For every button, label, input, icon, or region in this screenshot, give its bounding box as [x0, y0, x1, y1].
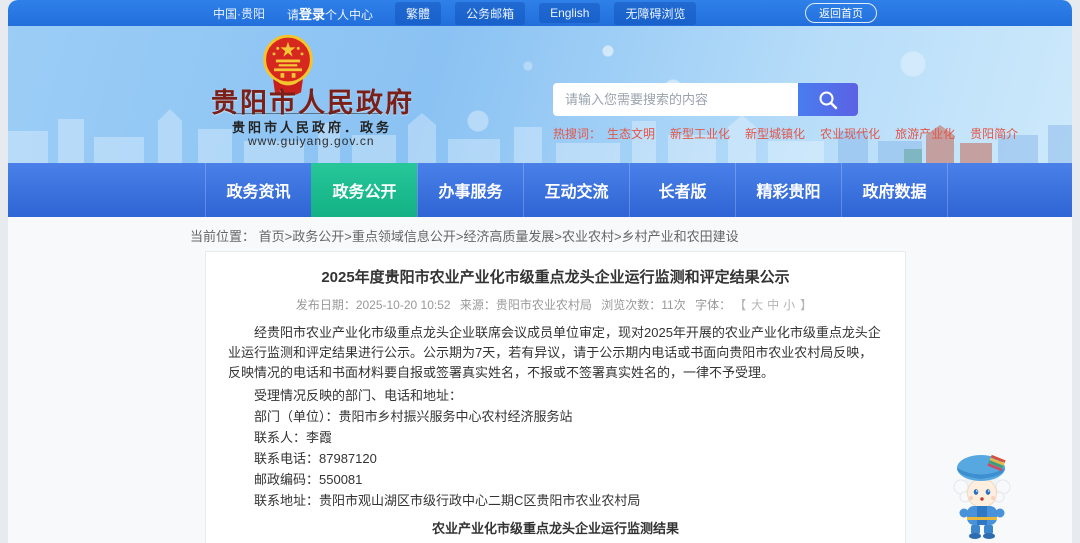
- topbar-login-link[interactable]: 请登录个人中心: [287, 4, 373, 23]
- font-size-small-button[interactable]: 小: [783, 298, 795, 312]
- hot-word-link[interactable]: 新型工业化: [670, 125, 730, 142]
- header-banner: 贵阳市人民政府 贵阳市人民政府．政务 www.guiyang.gov.cn 热搜…: [8, 26, 1072, 163]
- main-nav: 政务资讯 政务公开 办事服务 互动交流 长者版 精彩贵阳 政府数据: [8, 163, 1072, 217]
- hot-word-link[interactable]: 新型城镇化: [745, 125, 805, 142]
- login-suffix: 个人中心: [325, 7, 374, 22]
- topbar-english-link[interactable]: English: [539, 3, 601, 23]
- table-caption: 农业产业化市级重点龙头企业运行监测结果: [431, 521, 679, 536]
- login-prefix: 请: [287, 7, 300, 22]
- font-size-controls: 【大中小】: [737, 298, 815, 312]
- topbar-region-link[interactable]: 中国·贵阳: [213, 5, 265, 22]
- site-url: www.guiyang.gov.cn: [248, 134, 375, 148]
- site-logo-title[interactable]: 贵阳市人民政府: [211, 81, 414, 120]
- nav-tab-services[interactable]: 办事服务: [417, 163, 523, 217]
- content-area: 当前位置： 首页>政务公开>重点领域信息公开>经济高质量发展>农业农村>乡村产业…: [8, 217, 1072, 543]
- nav-tab-gov-disclosure[interactable]: 政务公开: [311, 163, 417, 217]
- article-body: 经贵阳市农业产业化市级重点龙头企业联席会议成员单位审定，现对2025年开展的农业…: [228, 323, 883, 511]
- nav-tab-news[interactable]: 政务资讯: [205, 163, 311, 217]
- postal-code: 邮政编码：550081: [254, 472, 363, 487]
- page-window: 中国·贵阳 请登录个人中心 繁體 公务邮箱 English 无障碍浏览 返回首页: [8, 0, 1072, 543]
- font-size-medium-button[interactable]: 中: [767, 298, 779, 312]
- search-input[interactable]: [553, 83, 798, 116]
- article-title: 2025年度贵阳市农业产业化市级重点龙头企业运行监测和评定结果公示: [321, 269, 790, 286]
- topbar-official-mail-link[interactable]: 公务邮箱: [455, 1, 526, 25]
- breadcrumb-path[interactable]: 首页>政务公开>重点领域信息公开>经济高质量发展>农业农村>乡村产业和农田建设: [259, 229, 739, 244]
- font-size-label: 字体：: [695, 298, 732, 312]
- paragraph: 受理情况反映的部门、电话和地址：: [254, 388, 463, 403]
- nav-tab-senior-version[interactable]: 长者版: [629, 163, 735, 217]
- view-count: 浏览次数：11次: [601, 298, 686, 312]
- article-card: 2025年度贵阳市农业产业化市级重点龙头企业运行监测和评定结果公示 发布日期：2…: [205, 251, 906, 543]
- hot-word-link[interactable]: 生态文明: [607, 125, 655, 142]
- contact-person: 联系人：李霞: [254, 430, 333, 445]
- hot-word-link[interactable]: 旅游产业化: [895, 125, 955, 142]
- topbar-accessibility-link[interactable]: 无障碍浏览: [614, 1, 697, 25]
- contact-address: 联系地址：贵阳市观山湖区市级行政中心二期C区贵阳市农业农村局: [254, 493, 641, 508]
- hot-word-link[interactable]: 农业现代化: [820, 125, 880, 142]
- contact-phone: 联系电话：87987120: [254, 451, 377, 466]
- nav-tab-interaction[interactable]: 互动交流: [523, 163, 629, 217]
- topbar-traditional-chinese-link[interactable]: 繁體: [395, 1, 442, 25]
- search-box: [553, 83, 858, 116]
- font-size-large-button[interactable]: 大: [751, 298, 763, 312]
- bracket: 【: [740, 298, 747, 312]
- bracket: 】: [800, 298, 813, 312]
- return-home-button[interactable]: 返回首页: [805, 3, 877, 23]
- hot-word-link[interactable]: 贵阳简介: [970, 125, 1018, 142]
- breadcrumb: 当前位置： 首页>政务公开>重点领域信息公开>经济高质量发展>农业农村>乡村产业…: [190, 226, 739, 245]
- article-source: 来源：贵阳市农业农村局: [459, 298, 592, 312]
- hot-search-label: 热搜词：: [553, 127, 602, 141]
- logo-divider: [232, 113, 380, 114]
- login-bold: 登录: [299, 6, 326, 22]
- nav-tab-gov-data[interactable]: 政府数据: [841, 163, 948, 217]
- publish-date: 发布日期：2025-10-20 10:52: [295, 298, 451, 312]
- nav-tab-wonderful-guiyang[interactable]: 精彩贵阳: [735, 163, 841, 217]
- breadcrumb-label: 当前位置：: [190, 229, 256, 244]
- hot-search-row: 热搜词： 生态文明 新型工业化 新型城镇化 农业现代化 旅游产业化 贵阳简介: [553, 125, 1033, 142]
- mascot-assistant[interactable]: [948, 449, 1016, 541]
- topbar-utility: 中国·贵阳 请登录个人中心 繁體 公务邮箱 English 无障碍浏览 返回首页: [8, 0, 1072, 26]
- paragraph: 经贵阳市农业产业化市级重点龙头企业联席会议成员单位审定，现对2025年开展的农业…: [228, 325, 881, 380]
- search-icon: [819, 91, 838, 109]
- article-meta: 发布日期：2025-10-20 10:52 来源：贵阳市农业农村局 浏览次数：1…: [206, 296, 905, 313]
- search-button[interactable]: [798, 83, 858, 116]
- contact-department: 部门（单位）：贵阳市乡村振兴服务中心农村经济服务站: [254, 409, 573, 424]
